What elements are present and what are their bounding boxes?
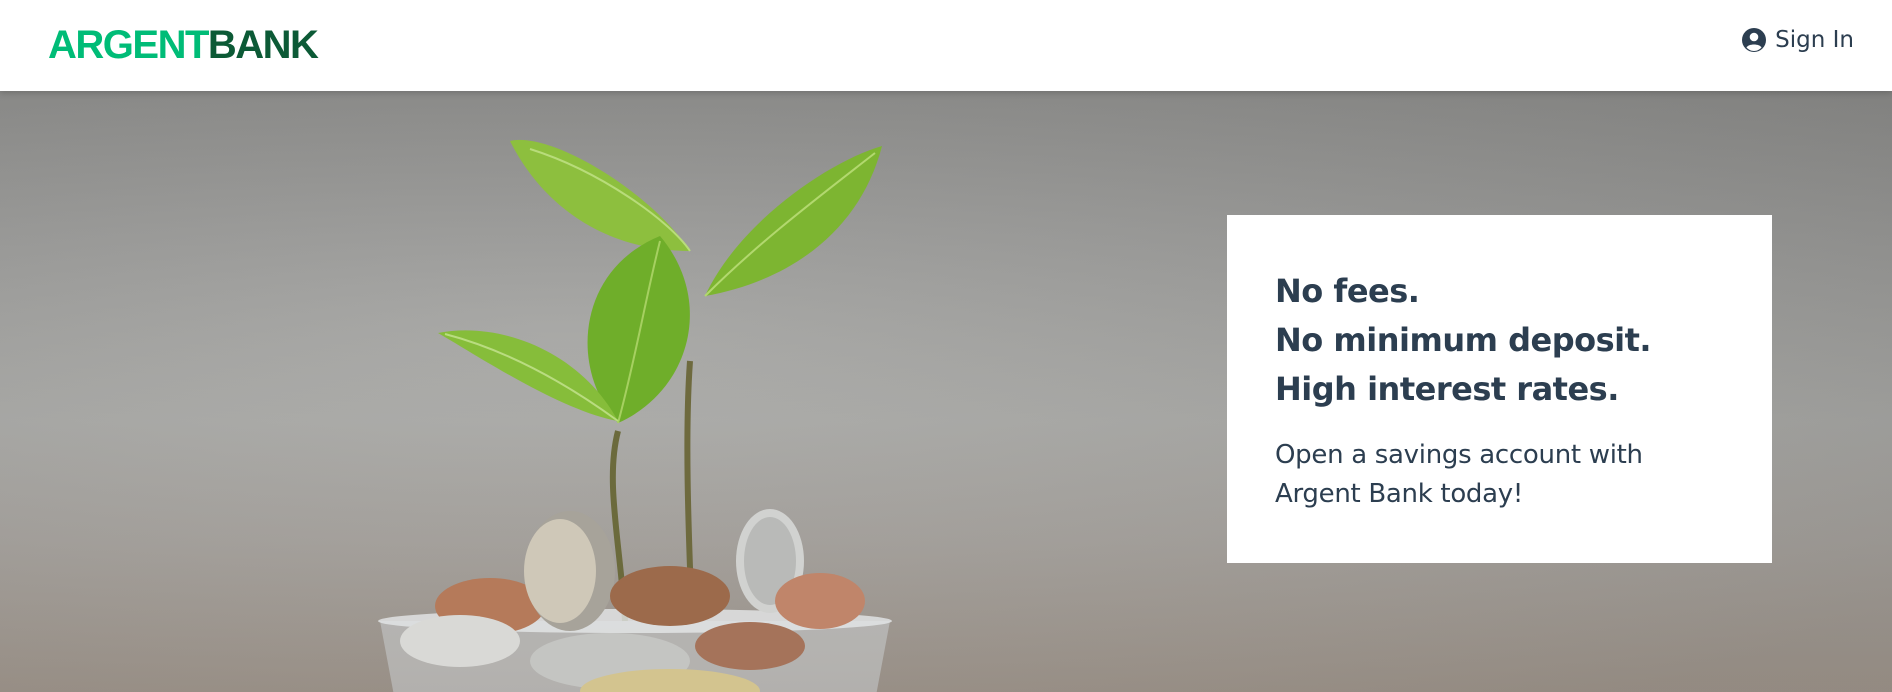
promo-subtitle: Open a savings account with Argent Bank … [1275,440,1643,509]
sign-in-label: Sign In [1775,27,1854,53]
promo-line-high-interest: High interest rates. [1275,370,1619,408]
site-header: ARGENTBANK Sign In [0,0,1892,91]
user-circle-icon [1741,27,1767,53]
promo-card: No fees. No minimum deposit. High intere… [1227,215,1772,563]
logo-text-bank: BANK [207,23,319,67]
sign-in-link[interactable]: Sign In [1741,27,1854,53]
promo-line-no-minimum-deposit: No minimum deposit. [1275,321,1652,359]
argent-bank-logo[interactable]: ARGENTBANK [48,22,319,68]
hero-banner: No fees. No minimum deposit. High intere… [0,91,1892,692]
plant-growing-from-coins-jar [378,139,892,692]
promo-line-no-fees: No fees. [1275,272,1420,310]
logo-text-argent: ARGENT [48,23,209,67]
